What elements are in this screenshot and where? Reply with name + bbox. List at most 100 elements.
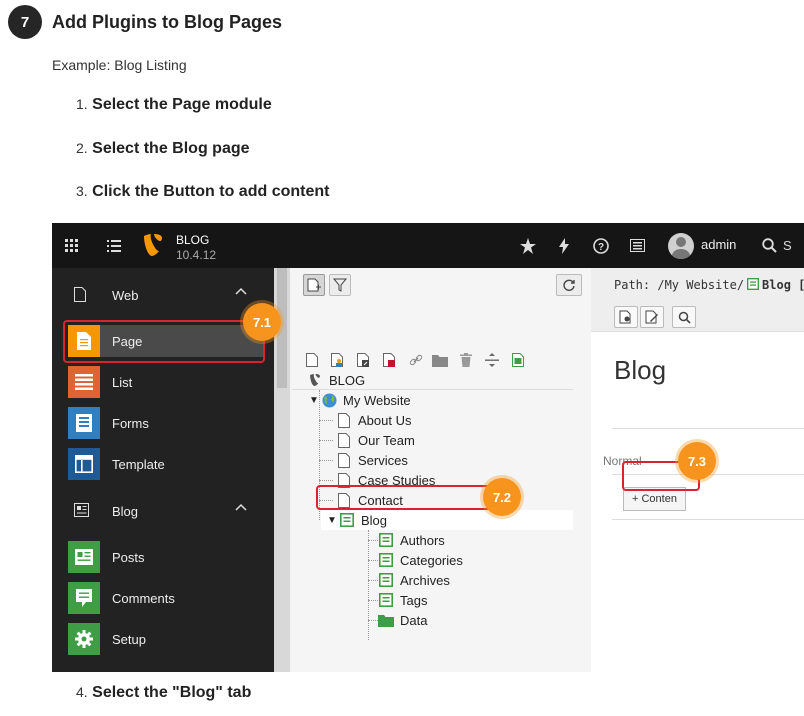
search-button[interactable]: S — [762, 223, 792, 268]
step-header: 7 Add Plugins to Blog Pages — [8, 5, 282, 39]
module-item-forms[interactable]: Forms — [68, 407, 264, 439]
instruction-2: 2. Select the Blog page — [76, 140, 250, 157]
expand-triangle-icon[interactable]: ▼ — [327, 515, 339, 526]
globe-icon — [321, 392, 337, 408]
doktype-link-icon[interactable] — [381, 351, 399, 369]
step-title: Add Plugins to Blog Pages — [52, 11, 283, 32]
tree-node-child[interactable]: Categories — [378, 550, 463, 570]
sysfolder-page-icon — [378, 592, 394, 608]
expand-triangle-icon[interactable]: ▼ — [309, 395, 321, 406]
typo3-logo-icon[interactable] — [142, 233, 164, 262]
system-info-icon[interactable] — [625, 223, 649, 268]
tree-node-label: Categories — [400, 552, 463, 568]
svg-text:?: ? — [598, 242, 604, 253]
tree-node-label: About Us — [358, 412, 412, 428]
callout-badge-7-2: 7.2 — [483, 478, 521, 516]
tree-node-page[interactable]: Services — [336, 450, 408, 470]
path-current: Blog [ — [762, 278, 804, 292]
doktype-backend-user-icon[interactable] — [329, 351, 347, 369]
user-name[interactable]: admin — [701, 237, 736, 252]
tree-node-child[interactable]: Tags — [378, 590, 427, 610]
highlight-page-module — [63, 320, 265, 363]
module-item-list[interactable]: List — [68, 366, 264, 398]
doc-header: Path: /My Website/Blog [ — [591, 268, 804, 332]
module-item-label: Posts — [112, 549, 145, 565]
apps-grid-icon[interactable] — [60, 223, 84, 268]
chevron-up-icon[interactable] — [235, 286, 247, 301]
sysfolder-page-icon — [378, 572, 394, 588]
trash-icon[interactable] — [457, 351, 475, 369]
edit-page-icon — [645, 310, 658, 324]
filter-icon — [333, 278, 347, 292]
example-caption: Example: Blog Listing — [52, 57, 187, 73]
tree-connector-line — [319, 460, 333, 461]
clear-cache-bolt-icon[interactable] — [552, 223, 576, 268]
file-icon — [74, 287, 86, 305]
sysfolder-page-icon — [339, 512, 355, 528]
bookmark-star-icon[interactable] — [516, 223, 540, 268]
template-module-icon — [68, 448, 100, 480]
tree-node-child[interactable]: Archives — [378, 570, 450, 590]
divider-icon[interactable] — [483, 351, 501, 369]
tree-node-blog-selected[interactable]: ▼ Blog — [321, 510, 573, 530]
user-avatar[interactable] — [668, 233, 694, 259]
module-item-template[interactable]: Template — [68, 448, 264, 480]
search-label: S — [783, 238, 792, 253]
list-toggle-icon[interactable] — [102, 223, 126, 268]
sysfolder-page-icon — [747, 278, 760, 293]
setup-gear-icon — [68, 623, 100, 655]
module-item-posts[interactable]: Posts — [68, 541, 264, 573]
help-icon[interactable]: ? — [589, 223, 613, 268]
tree-connector-line — [319, 480, 333, 481]
newspaper-icon — [74, 503, 89, 520]
link-icon[interactable] — [407, 351, 425, 369]
search-content-button[interactable] — [672, 306, 696, 328]
page-icon — [336, 412, 352, 428]
page-icon — [336, 432, 352, 448]
sysfolder-page-icon — [378, 552, 394, 568]
tree-node-label: Blog — [361, 512, 388, 528]
page-title: Blog — [614, 355, 667, 385]
module-item-label: List — [112, 374, 133, 390]
tree-node-child[interactable]: Data — [378, 610, 427, 630]
module-item-label: Comments — [112, 590, 175, 606]
highlight-blog-page — [316, 485, 492, 510]
comments-module-icon — [68, 582, 100, 614]
site-name: BLOG — [176, 233, 210, 247]
module-item-setup[interactable]: Setup — [68, 623, 264, 655]
step-number-badge: 7 — [8, 5, 42, 39]
refresh-icon — [563, 279, 575, 291]
chevron-up-icon[interactable] — [235, 502, 247, 517]
module-group-blog[interactable]: Blog — [52, 494, 274, 528]
tree-node-page[interactable]: Our Team — [336, 430, 415, 450]
refresh-tree-button[interactable] — [556, 274, 582, 296]
doktype-standard-icon[interactable] — [303, 351, 321, 369]
tree-root-blog[interactable]: BLOG — [307, 370, 365, 390]
tree-node-label: Data — [400, 612, 428, 628]
search-icon — [762, 238, 777, 253]
tree-node-label: Services — [358, 452, 408, 468]
tree-node-child[interactable]: Authors — [378, 530, 445, 550]
tree-node-my-website[interactable]: ▼ My Website — [309, 390, 411, 410]
tree-node-label: My Website — [343, 392, 411, 408]
instruction-4: 4. Select the "Blog" tab — [76, 684, 252, 701]
typo3-logo-icon — [307, 372, 323, 388]
doktype-sysfolder-icon[interactable] — [509, 351, 527, 369]
new-page-icon — [307, 278, 321, 292]
tree-node-label: Tags — [400, 592, 428, 608]
module-item-label: Setup — [112, 631, 146, 647]
module-group-web[interactable]: Web — [52, 278, 274, 312]
tree-node-page[interactable]: About Us — [336, 410, 411, 430]
module-item-comments[interactable]: Comments — [68, 582, 264, 614]
tree-node-label: Authors — [400, 532, 445, 548]
instruction-1: 1. Select the Page module — [76, 96, 272, 113]
tree-connector-line — [319, 420, 333, 421]
doktype-shortcut-icon[interactable] — [355, 351, 373, 369]
filter-button[interactable] — [329, 274, 351, 296]
tree-connector-line — [319, 440, 333, 441]
view-page-button[interactable] — [614, 306, 638, 328]
new-page-toolbar-button[interactable] — [303, 274, 325, 296]
folder-icon[interactable] — [431, 351, 449, 369]
module-item-label: Forms — [112, 415, 149, 431]
edit-page-button[interactable] — [640, 306, 664, 328]
